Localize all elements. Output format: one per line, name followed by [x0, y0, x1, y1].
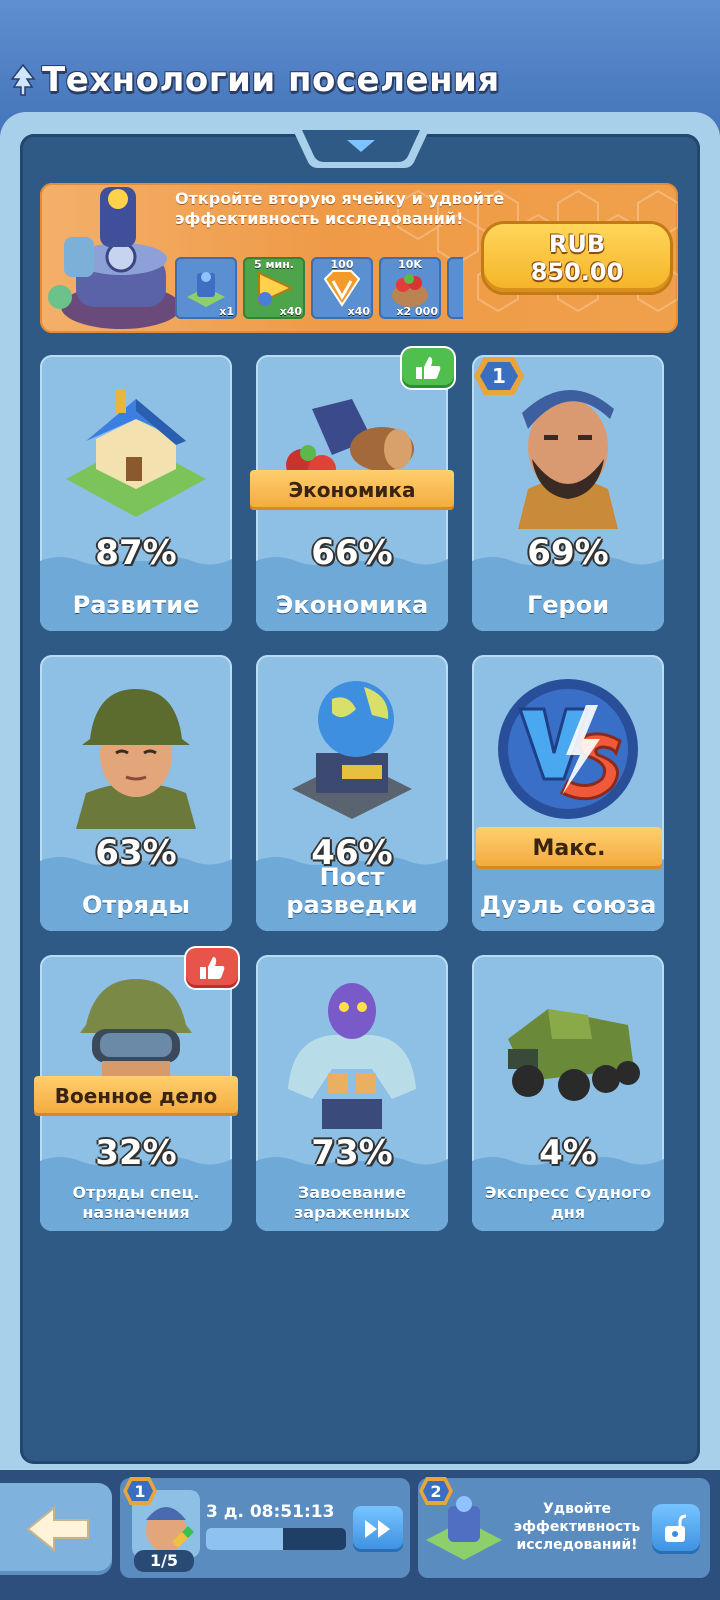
category-name: Экспресс Судного дня: [484, 1183, 652, 1222]
soldier-icon: [76, 689, 196, 829]
progress-percent: 4%: [539, 1133, 597, 1173]
category-card-infected-conquest[interactable]: 73% Завоевание зараженных: [256, 955, 448, 1231]
speed-up-button[interactable]: [353, 1506, 403, 1552]
category-card-development[interactable]: 87% Развитие: [40, 355, 232, 631]
price-currency: RUB: [548, 230, 606, 258]
resource-icon: [455, 267, 463, 309]
reward-count: x40: [347, 305, 370, 318]
slot-count: 1/5: [134, 1550, 194, 1572]
vs-icon: [498, 679, 638, 819]
header: Технологии поселения: [10, 52, 500, 108]
reward-item[interactable]: 5 мин. x40: [243, 257, 305, 319]
food-sack-icon: [392, 274, 428, 307]
category-card-alliance-duel[interactable]: Дуэль союза: [472, 655, 664, 931]
reward-list: x1 5 мин. x40 100 x40 10K x2 000 1 x2: [175, 257, 463, 319]
unlock-button[interactable]: [652, 1504, 700, 1554]
progress-percent: 73%: [311, 1133, 393, 1173]
gem-icon: [323, 270, 361, 307]
reward-count: x40: [279, 305, 302, 318]
house-icon: [66, 389, 206, 517]
category-name: Отряды спец. назначения: [72, 1183, 200, 1222]
research-progress-fill: [206, 1528, 283, 1550]
research-progress-bar: [206, 1528, 346, 1550]
slot-number-badge: 1: [122, 1476, 158, 1506]
speedup-icon: [258, 271, 294, 306]
unlock-icon: [665, 1514, 687, 1542]
category-name: Завоевание зараженных: [293, 1183, 410, 1222]
slot-number-badge: 2: [418, 1476, 454, 1506]
category-name: Герои: [526, 591, 610, 619]
price-value: 850.00: [530, 258, 624, 286]
offer-text: Откройте вторую ячейку и удвойте эффекти…: [175, 189, 505, 228]
page-title: Технологии поселения: [42, 60, 500, 100]
back-button[interactable]: [0, 1483, 112, 1575]
category-ribbon: Военное дело: [34, 1076, 238, 1116]
level-badge: 1: [472, 355, 526, 397]
double-research-text: Удвойте эффективность исследований!: [513, 1501, 641, 1553]
category-name: Отряды: [82, 891, 190, 919]
armored-truck-icon: [508, 1009, 640, 1101]
buy-button[interactable]: RUB 850.00: [484, 224, 670, 292]
reward-item[interactable]: 10K x2 000: [379, 257, 441, 319]
progress-percent: 87%: [95, 533, 177, 573]
fast-forward-icon: [365, 1520, 390, 1538]
max-ribbon: Макс.: [476, 827, 662, 869]
tree-icon: [10, 63, 36, 96]
arrow-left-icon: [26, 1505, 89, 1553]
research-timer: 3 д. 08:51:13: [206, 1502, 335, 1522]
globe-station-icon: [292, 681, 412, 819]
reward-item[interactable]: 100 x40: [311, 257, 373, 319]
thumbs-up-icon: [402, 348, 454, 388]
reward-count: x2 000: [396, 305, 438, 318]
collapse-arrow-icon[interactable]: [292, 128, 430, 168]
category-name: Экономика: [275, 591, 429, 619]
category-name: Дуэль союза: [479, 891, 657, 919]
category-card-recon[interactable]: 46% Пост разведки: [256, 655, 448, 931]
reward-count: x1: [219, 305, 234, 318]
reward-item[interactable]: 1 x2: [447, 257, 463, 319]
progress-percent: 66%: [311, 533, 393, 573]
building-icon: [187, 272, 225, 307]
category-card-troops[interactable]: 63% Отряды: [40, 655, 232, 931]
category-card-doomsday-express[interactable]: 4% Экспресс Судного дня: [472, 955, 664, 1231]
zombie-icon: [288, 983, 416, 1129]
category-ribbon: Экономика: [250, 470, 454, 510]
progress-percent: 69%: [527, 533, 609, 573]
reward-item[interactable]: x1: [175, 257, 237, 319]
category-name: Развитие: [72, 591, 200, 619]
progress-percent: 32%: [95, 1133, 177, 1173]
thumbs-up-icon: [186, 948, 238, 988]
category-name: Пост разведки: [286, 863, 418, 919]
progress-percent: 63%: [95, 833, 177, 873]
